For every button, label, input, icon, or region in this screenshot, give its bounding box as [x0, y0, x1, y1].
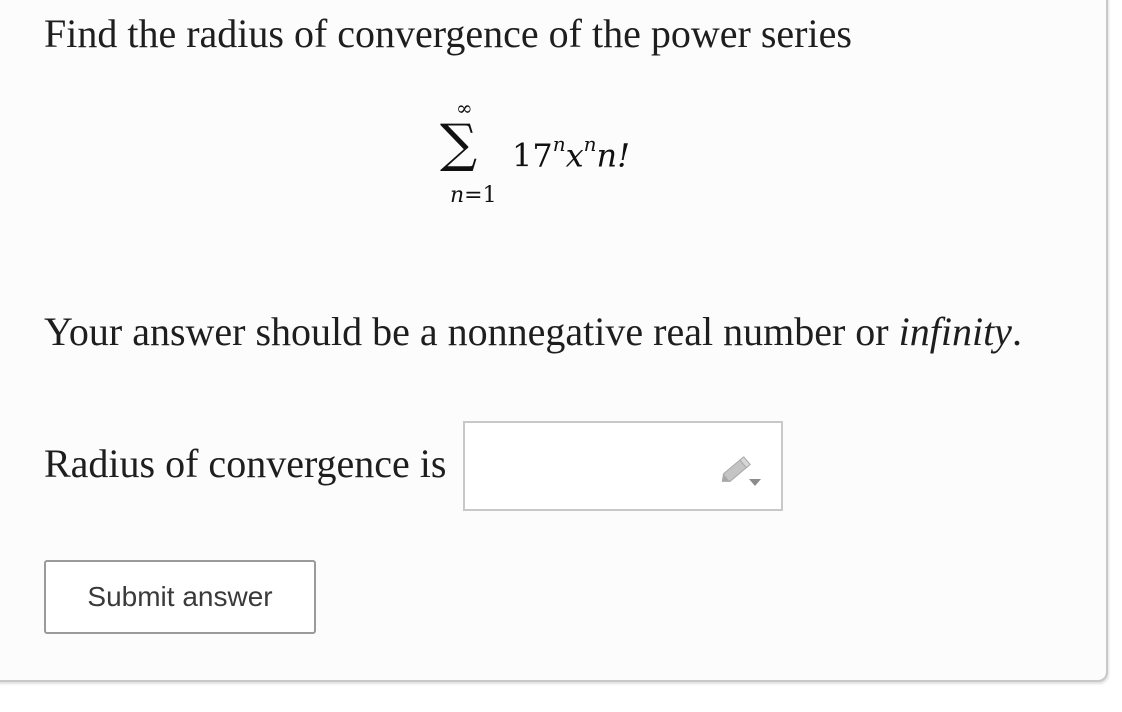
question-prompt: Find the radius of convergence of the po…	[44, 11, 852, 56]
term-variable: x	[565, 136, 584, 175]
instructions-period: .	[1011, 309, 1022, 354]
answer-instructions: Your answer should be a nonnegative real…	[44, 306, 1022, 358]
series-term: 17nxnn!	[512, 128, 630, 176]
summation-sign: ∑	[440, 114, 478, 174]
coefficient-exponent: n	[552, 132, 566, 156]
term-coefficient: 17	[512, 136, 553, 175]
sum-lower-limit: n=1	[450, 184, 497, 208]
submit-answer-button[interactable]: Submit answer	[44, 560, 316, 634]
instructions-emphasis: infinity	[898, 309, 1012, 354]
index-equals: =	[464, 183, 483, 208]
answer-input[interactable]	[463, 421, 783, 511]
answer-label: Radius of convergence is	[44, 441, 447, 486]
instructions-text: Your answer should be a nonnegative real…	[44, 309, 899, 354]
variable-exponent: n	[583, 132, 597, 156]
index-variable: n	[450, 183, 465, 208]
term-factorial: n!	[596, 136, 631, 175]
index-start: 1	[482, 183, 497, 208]
power-series-formula: ∞ ∑ n=1 17nxnn!	[440, 98, 670, 218]
pencil-icon[interactable]	[717, 449, 763, 489]
